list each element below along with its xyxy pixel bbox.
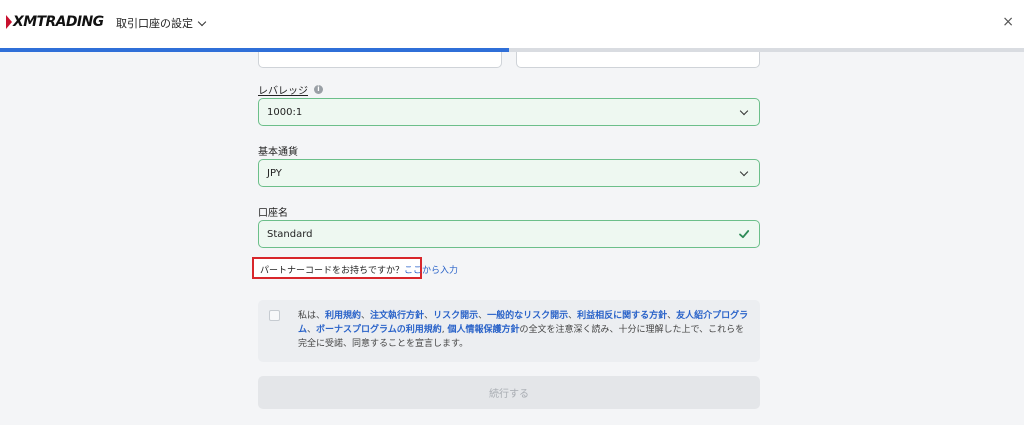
base-currency-select[interactable]: JPY	[258, 159, 760, 187]
info-icon[interactable]: i	[314, 85, 323, 94]
terms-link[interactable]: 一般的なリスク開示	[487, 311, 568, 321]
progress-bar	[0, 48, 1024, 52]
terms-text-segment: 、	[478, 311, 488, 321]
base-currency-value: JPY	[267, 168, 282, 179]
previous-field-left[interactable]	[258, 52, 502, 68]
account-name-value: Standard	[267, 229, 313, 240]
check-icon	[739, 230, 750, 239]
account-name-label-text: 口座名	[258, 208, 288, 219]
partner-code-link[interactable]: ここから入力	[404, 266, 458, 276]
account-setup-dropdown[interactable]: 取引口座の設定	[116, 15, 207, 31]
account-name-label: 口座名	[258, 204, 288, 219]
terms-checkbox[interactable]	[269, 310, 280, 321]
terms-text-segment: 私は、	[298, 311, 326, 321]
leverage-label-text: レバレッジ	[258, 86, 308, 97]
terms-agreement-box: 私は、利用規約、注文執行方針、リスク開示、一般的なリスク開示、利益相反に関する方…	[258, 300, 760, 362]
chevron-down-icon	[739, 106, 749, 116]
continue-button-label: 続行する	[489, 389, 529, 400]
base-currency-label: 基本通貨	[258, 143, 298, 158]
partner-code-prompt: パートナーコードをお持ちですか？ここから入力	[260, 263, 458, 276]
terms-link[interactable]: 注文執行方針	[370, 311, 424, 321]
terms-link[interactable]: 利益相反に関する方針	[577, 311, 667, 321]
terms-text-segment: 、	[667, 311, 677, 321]
terms-text-segment: 、	[361, 311, 371, 321]
terms-text: 私は、利用規約、注文執行方針、リスク開示、一般的なリスク開示、利益相反に関する方…	[298, 309, 750, 351]
partner-code-question: パートナーコードをお持ちですか？	[260, 266, 405, 276]
close-icon[interactable]: ×	[1002, 14, 1014, 30]
terms-link[interactable]: 利用規約	[325, 311, 361, 321]
terms-link[interactable]: 個人情報保護方針	[448, 325, 520, 335]
page-title: 取引口座の設定	[116, 17, 193, 30]
leverage-select[interactable]: 1000:1	[258, 98, 760, 126]
leverage-label: レバレッジ i	[258, 82, 323, 97]
base-currency-label-text: 基本通貨	[258, 147, 298, 158]
partner-code-highlight: パートナーコードをお持ちですか？ここから入力	[252, 257, 458, 279]
terms-text-segment: 、	[307, 325, 317, 335]
xm-logo[interactable]: XMTRADING	[6, 14, 104, 30]
previous-field-right[interactable]	[516, 52, 760, 68]
terms-link[interactable]: リスク開示	[433, 311, 478, 321]
logo-text: XMTRADING	[13, 14, 104, 30]
account-name-input[interactable]: Standard	[258, 220, 760, 248]
terms-text-segment: 、	[424, 311, 434, 321]
chevron-down-icon	[739, 167, 749, 177]
terms-text-segment: 、	[568, 311, 578, 321]
chevron-down-icon	[197, 17, 207, 26]
logo-mark-icon	[6, 15, 12, 29]
continue-button[interactable]: 続行する	[258, 376, 760, 409]
top-header: XMTRADING 取引口座の設定 ×	[0, 0, 1024, 48]
terms-link[interactable]: ボーナスプログラムの利用規約	[316, 325, 442, 335]
leverage-value: 1000:1	[267, 107, 303, 118]
